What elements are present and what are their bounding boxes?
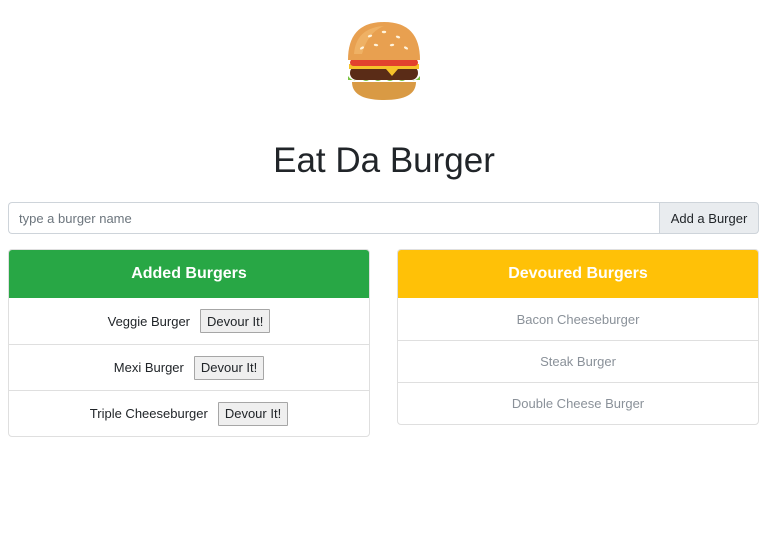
devoured-burgers-card: Devoured Burgers Bacon Cheeseburger Stea…	[397, 249, 759, 425]
page-title: Eat Da Burger	[273, 141, 495, 180]
burger-name: Veggie Burger	[107, 313, 191, 329]
list-item: Mexi Burger Devour It!	[9, 344, 369, 390]
page: Eat Da Burger Add a Burger Added Burgers…	[0, 0, 768, 533]
devour-button[interactable]: Devour It!	[193, 355, 265, 380]
burger-name-input[interactable]	[8, 202, 659, 234]
devoured-burgers-header: Devoured Burgers	[398, 250, 758, 298]
added-burgers-header: Added Burgers	[9, 250, 369, 298]
list-item: Bacon Cheeseburger	[398, 298, 758, 340]
list-item: Double Cheese Burger	[398, 382, 758, 424]
devoured-burgers-list: Bacon Cheeseburger Steak Burger Double C…	[398, 298, 758, 424]
burger-name: Triple Cheeseburger	[89, 406, 208, 421]
devour-button[interactable]: Devour It!	[217, 401, 289, 426]
hamburger-icon	[338, 14, 430, 106]
list-item: Veggie Burger Devour It!	[9, 298, 369, 344]
burger-name: Bacon Cheeseburger	[516, 311, 640, 327]
add-burger-button[interactable]: Add a Burger	[659, 202, 759, 234]
list-item: Steak Burger	[398, 340, 758, 382]
burger-name: Double Cheese Burger	[511, 396, 645, 411]
burger-name: Mexi Burger	[113, 360, 184, 375]
burger-name: Steak Burger	[540, 354, 616, 369]
added-burgers-card: Added Burgers Veggie Burger Devour It! M…	[8, 249, 370, 437]
list-item: Triple Cheeseburger Devour It!	[9, 390, 369, 436]
add-burger-form: Add a Burger	[8, 202, 759, 234]
devour-button[interactable]: Devour It!	[200, 309, 271, 333]
added-burgers-list: Veggie Burger Devour It! Mexi Burger Dev…	[9, 298, 369, 436]
